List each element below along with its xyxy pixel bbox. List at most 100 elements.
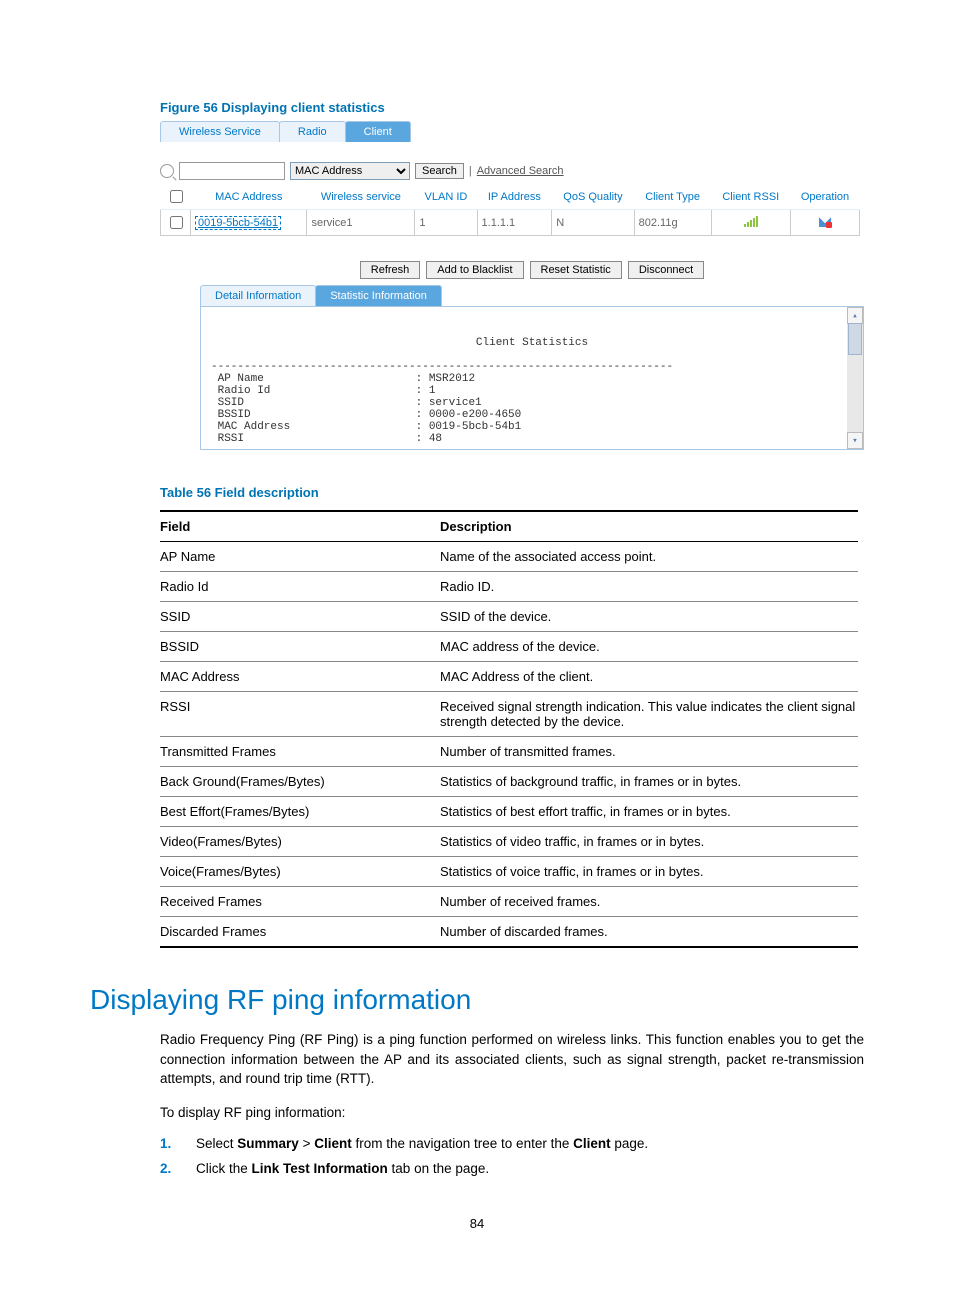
col-wireless-service: Wireless service bbox=[307, 184, 415, 210]
scroll-down-arrow-icon[interactable]: ▾ bbox=[847, 432, 863, 449]
cell-field: RSSI bbox=[160, 692, 440, 737]
steps-list: 1. Select Summary > Client from the navig… bbox=[160, 1136, 864, 1176]
table-row: Discarded FramesNumber of discarded fram… bbox=[160, 917, 858, 948]
cell-description: Number of transmitted frames. bbox=[440, 737, 858, 767]
table-row: AP NameName of the associated access poi… bbox=[160, 542, 858, 572]
cell-field: Back Ground(Frames/Bytes) bbox=[160, 767, 440, 797]
cell-field: Received Frames bbox=[160, 887, 440, 917]
table-row: Voice(Frames/Bytes)Statistics of voice t… bbox=[160, 857, 858, 887]
tab-client[interactable]: Client bbox=[345, 121, 411, 142]
refresh-button[interactable]: Refresh bbox=[360, 261, 421, 279]
table-row: SSIDSSID of the device. bbox=[160, 602, 858, 632]
col-vlan-id: VLAN ID bbox=[415, 184, 477, 210]
col-client-rssi: Client RSSI bbox=[711, 184, 790, 210]
section-heading: Displaying RF ping information bbox=[90, 984, 864, 1016]
figure-caption: Figure 56 Displaying client statistics bbox=[90, 100, 864, 115]
step-text: Select Summary > Client from the navigat… bbox=[196, 1136, 648, 1151]
th-description: Description bbox=[440, 511, 858, 542]
step-item: 1. Select Summary > Client from the navig… bbox=[160, 1136, 864, 1151]
cell-description: Received signal strength indication. Thi… bbox=[440, 692, 858, 737]
tab-detail-information[interactable]: Detail Information bbox=[200, 285, 316, 306]
cell-description: MAC address of the device. bbox=[440, 632, 858, 662]
col-operation: Operation bbox=[791, 184, 860, 210]
cell-service: service1 bbox=[307, 210, 415, 236]
step-item: 2. Click the Link Test Information tab on… bbox=[160, 1161, 864, 1176]
main-tabbar: Wireless Service Radio Client bbox=[160, 121, 860, 142]
col-qos: QoS Quality bbox=[552, 184, 634, 210]
signal-bars-icon bbox=[744, 215, 758, 227]
th-field: Field bbox=[160, 511, 440, 542]
screenshot-statistics-panel: Refresh Add to Blacklist Reset Statistic… bbox=[200, 261, 864, 450]
tab-wireless-service[interactable]: Wireless Service bbox=[160, 121, 280, 142]
cell-field: Radio Id bbox=[160, 572, 440, 602]
table-row: Best Effort(Frames/Bytes)Statistics of b… bbox=[160, 797, 858, 827]
search-row: MAC Address Search | Advanced Search bbox=[160, 162, 860, 180]
scroll-thumb[interactable] bbox=[848, 323, 862, 355]
cell-field: Discarded Frames bbox=[160, 917, 440, 948]
cell-vlan: 1 bbox=[415, 210, 477, 236]
cell-field: AP Name bbox=[160, 542, 440, 572]
table-row: Back Ground(Frames/Bytes)Statistics of b… bbox=[160, 767, 858, 797]
action-button-row: Refresh Add to Blacklist Reset Statistic… bbox=[200, 261, 864, 279]
step-text: Click the Link Test Information tab on t… bbox=[196, 1161, 489, 1176]
section-paragraph-2: To display RF ping information: bbox=[160, 1103, 864, 1123]
table-row: Radio IdRadio ID. bbox=[160, 572, 858, 602]
search-icon bbox=[160, 164, 174, 178]
cell-client-type: 802.11g bbox=[634, 210, 711, 236]
cell-field: Transmitted Frames bbox=[160, 737, 440, 767]
step-number: 1. bbox=[160, 1136, 178, 1151]
cell-description: Name of the associated access point. bbox=[440, 542, 858, 572]
table-row: 0019-5bcb-54b1 service1 1 1.1.1.1 N 802.… bbox=[161, 210, 860, 236]
cell-rssi bbox=[711, 210, 790, 236]
stats-title: Client Statistics bbox=[211, 337, 853, 349]
row-checkbox[interactable] bbox=[170, 216, 183, 229]
col-mac: MAC Address bbox=[191, 184, 307, 210]
reset-statistic-button[interactable]: Reset Statistic bbox=[530, 261, 622, 279]
cell-ip: 1.1.1.1 bbox=[477, 210, 552, 236]
disconnect-button[interactable]: Disconnect bbox=[628, 261, 704, 279]
page-number: 84 bbox=[90, 1216, 864, 1231]
panel-scrollbar[interactable]: ▴ ▾ bbox=[847, 307, 863, 449]
cell-description: MAC Address of the client. bbox=[440, 662, 858, 692]
advanced-search-link[interactable]: Advanced Search bbox=[477, 165, 564, 177]
cell-description: Number of discarded frames. bbox=[440, 917, 858, 948]
search-button[interactable]: Search bbox=[415, 163, 464, 179]
cell-description: SSID of the device. bbox=[440, 602, 858, 632]
cell-field: Video(Frames/Bytes) bbox=[160, 827, 440, 857]
cell-field: BSSID bbox=[160, 632, 440, 662]
select-all-checkbox[interactable] bbox=[170, 190, 183, 203]
tab-radio[interactable]: Radio bbox=[279, 121, 346, 142]
cell-description: Statistics of video traffic, in frames o… bbox=[440, 827, 858, 857]
cell-qos: N bbox=[552, 210, 634, 236]
section-paragraph-1: Radio Frequency Ping (RF Ping) is a ping… bbox=[160, 1030, 864, 1089]
mac-link[interactable]: 0019-5bcb-54b1 bbox=[195, 216, 281, 230]
scroll-up-arrow-icon[interactable]: ▴ bbox=[847, 307, 863, 324]
client-grid: MAC Address Wireless service VLAN ID IP … bbox=[160, 184, 860, 236]
cell-field: Voice(Frames/Bytes) bbox=[160, 857, 440, 887]
cell-description: Radio ID. bbox=[440, 572, 858, 602]
tab-statistic-information[interactable]: Statistic Information bbox=[315, 285, 442, 306]
table-row: Received FramesNumber of received frames… bbox=[160, 887, 858, 917]
screenshot-client-table: Wireless Service Radio Client MAC Addres… bbox=[160, 121, 860, 236]
col-client-type: Client Type bbox=[634, 184, 711, 210]
table-caption: Table 56 Field description bbox=[160, 485, 864, 500]
field-description-table: Field Description AP NameName of the ass… bbox=[160, 510, 858, 948]
search-field-select[interactable]: MAC Address bbox=[290, 162, 410, 180]
cell-description: Statistics of background traffic, in fra… bbox=[440, 767, 858, 797]
table-row: BSSIDMAC address of the device. bbox=[160, 632, 858, 662]
sub-tabbar: Detail Information Statistic Information bbox=[200, 285, 864, 306]
statistics-text-panel: Client Statistics ----------------------… bbox=[200, 306, 864, 450]
cell-description: Statistics of voice traffic, in frames o… bbox=[440, 857, 858, 887]
table-row: MAC AddressMAC Address of the client. bbox=[160, 662, 858, 692]
cell-description: Number of received frames. bbox=[440, 887, 858, 917]
operation-icon[interactable] bbox=[819, 215, 831, 227]
cell-description: Statistics of best effort traffic, in fr… bbox=[440, 797, 858, 827]
table-row: Transmitted FramesNumber of transmitted … bbox=[160, 737, 858, 767]
stats-body: ----------------------------------------… bbox=[211, 361, 673, 450]
table-row: Video(Frames/Bytes)Statistics of video t… bbox=[160, 827, 858, 857]
add-to-blacklist-button[interactable]: Add to Blacklist bbox=[426, 261, 523, 279]
cell-field: SSID bbox=[160, 602, 440, 632]
cell-field: MAC Address bbox=[160, 662, 440, 692]
search-input[interactable] bbox=[179, 162, 285, 180]
step-number: 2. bbox=[160, 1161, 178, 1176]
